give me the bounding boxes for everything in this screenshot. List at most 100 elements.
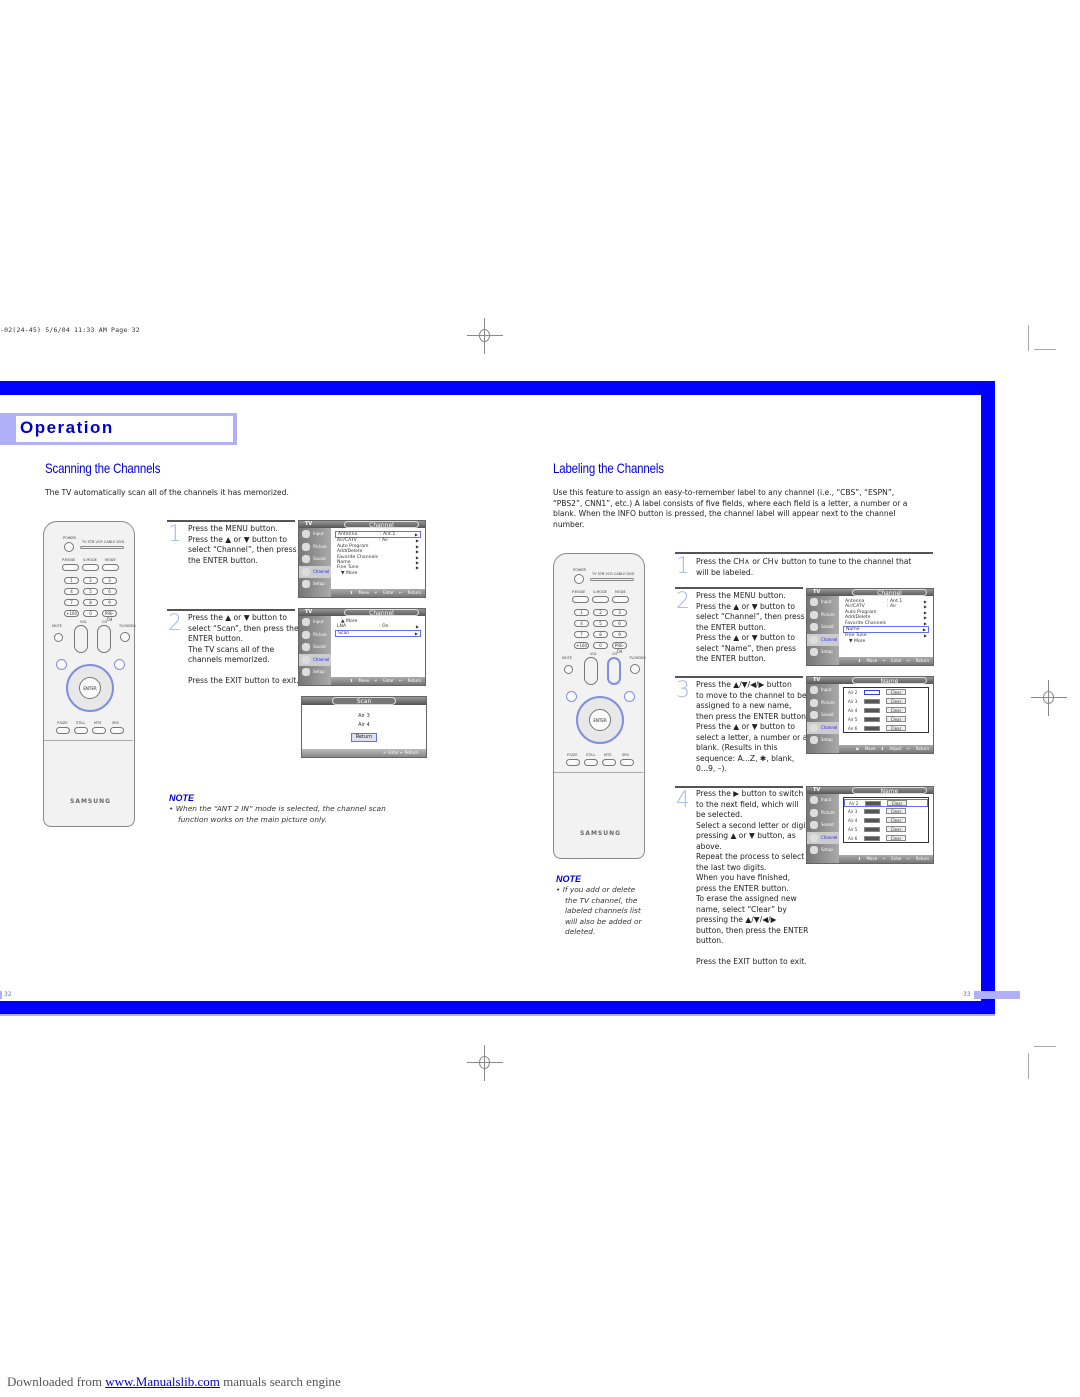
osd-channel-menu: TV Channel Input Picture Sound Channel Setup … <box>298 520 426 598</box>
step-text: Press the MENU button. Press the ▲ or ▼ b… <box>188 524 297 565</box>
remote-key: 6 <box>102 588 117 595</box>
power-button-icon <box>64 542 74 552</box>
print-slug: -02(24-45) 5/6/04 11:33 AM Page 32 <box>0 326 140 334</box>
remote-label: STILL <box>586 753 596 757</box>
remote-label: CH <box>612 652 618 656</box>
remote-key: 6 <box>612 620 627 627</box>
remote-label: MODE <box>615 590 626 594</box>
remote-label: TV STB VCR CABLE DVD <box>82 540 125 544</box>
remote-key: 2 <box>83 577 98 584</box>
crop-mark <box>1034 349 1056 350</box>
right-heading: Labeling the Channels <box>553 460 664 476</box>
remote-key: 1 <box>64 577 79 584</box>
remote-key: +100 <box>64 610 79 617</box>
remote-label: P.MODE <box>572 590 586 594</box>
power-button-icon <box>574 574 584 584</box>
page-frame-bottom <box>0 1001 995 1014</box>
step-rule <box>675 786 803 788</box>
remote-key: PRE-CH <box>102 610 117 622</box>
remote-label: MTS <box>94 721 102 725</box>
remote-key: 7 <box>574 631 589 638</box>
remote-control-image: POWER TV STB VCR CABLE DVD P.MODE S.MODE… <box>553 553 646 859</box>
step-number: 2 <box>168 611 182 636</box>
step-number: 4 <box>676 788 690 813</box>
left-heading: Scanning the Channels <box>45 460 161 476</box>
section-title: Operation <box>20 418 114 437</box>
section-tab: Operation <box>0 413 237 445</box>
remote-label: P.MODE <box>62 558 76 562</box>
remote-key: 3 <box>612 609 627 616</box>
step-number: 1 <box>676 554 690 579</box>
remote-key: +100 <box>574 642 589 649</box>
page-frame-right <box>981 381 995 1015</box>
step-rule <box>167 520 295 522</box>
remote-label: SRS <box>112 721 119 725</box>
remote-key: 8 <box>593 631 608 638</box>
remote-label: S.MODE <box>83 558 98 562</box>
step-text: Press the CH∧ or CH∨ button to tune to t… <box>696 557 912 577</box>
registration-mark-icon <box>1031 680 1067 716</box>
remote-label: MUTE <box>52 624 62 628</box>
step-number: 3 <box>676 678 690 703</box>
page-number: 32 <box>4 991 12 998</box>
page-frame-bottom-shade <box>0 1014 995 1016</box>
step-number: 2 <box>676 589 690 614</box>
right-intro: Use this feature to assign an easy-to-re… <box>553 488 908 529</box>
crop-mark <box>1028 325 1029 351</box>
osd-channel-menu-scan: TV Channel Input Picture Sound Channel Setup … <box>298 608 426 686</box>
remote-label: P.SIZE <box>567 753 578 757</box>
remote-label: POWER <box>63 536 76 540</box>
step-rule <box>675 552 933 554</box>
remote-key: PRE-CH <box>612 642 627 654</box>
enter-button-icon: ENTER <box>79 677 101 699</box>
note-text: • If you add or delete the TV channel, t… <box>556 885 642 936</box>
remote-key: 1 <box>574 609 589 616</box>
remote-key: 9 <box>612 631 627 638</box>
step-text: Press the ▶ button to switch to the next … <box>696 789 809 966</box>
remote-label: TV/VIDEO <box>629 656 646 660</box>
mute-icon <box>54 633 63 642</box>
osd-name-menu-entered: TV Name Input Picture Sound Channel Setup Air… <box>806 786 934 864</box>
left-intro: The TV automatically scan all of the cha… <box>45 488 289 497</box>
remote-key: 0 <box>593 642 608 649</box>
note-title: NOTE <box>556 874 582 884</box>
registration-mark-icon <box>467 1045 503 1081</box>
osd-channel-menu: TV Channel Input Picture Sound Channel Setup … <box>806 588 934 666</box>
remote-label: MODE <box>105 558 116 562</box>
remote-label: TV STB VCR CABLE DVD <box>592 572 635 576</box>
step-rule <box>675 676 803 678</box>
remote-control-image: POWER TV STB VCR CABLE DVD P.MODE S.MODE… <box>43 521 136 827</box>
remote-key: 5 <box>83 588 98 595</box>
remote-key: 3 <box>102 577 117 584</box>
step-text: Press the ▲/▼/◀/▶ button to move to the c… <box>696 680 809 773</box>
remote-key: 9 <box>102 599 117 606</box>
note-title: NOTE <box>169 793 195 803</box>
osd-name-menu: TV Name Input Picture Sound Channel Setup Air… <box>806 676 934 754</box>
download-footer: Downloaded from www.Manualslib.com manua… <box>7 1374 341 1389</box>
registration-mark-icon <box>467 318 503 354</box>
remote-label: MUTE <box>562 656 572 660</box>
step-rule <box>675 587 803 589</box>
remote-label: SRS <box>622 753 629 757</box>
note-text: • When the “ANT 2 IN” mode is selected, … <box>169 804 386 824</box>
mute-icon <box>564 665 573 674</box>
remote-key: 7 <box>64 599 79 606</box>
remote-label: VOL <box>590 652 598 656</box>
step-rule <box>167 609 295 611</box>
remote-key: 4 <box>64 588 79 595</box>
manualslib-link[interactable]: www.Manualslib.com <box>105 1374 220 1389</box>
crop-mark <box>1034 1046 1056 1047</box>
remote-key: 2 <box>593 609 608 616</box>
step-text: Press the MENU button. Press the ▲ or ▼ b… <box>696 591 805 663</box>
remote-key: 8 <box>83 599 98 606</box>
return-button: Return <box>351 733 377 742</box>
crop-mark <box>1028 1053 1029 1079</box>
enter-button-icon: ENTER <box>589 709 611 731</box>
samsung-logo: SAMSUNG <box>70 798 112 805</box>
ch-buttons-highlight <box>607 657 621 685</box>
remote-label: CH <box>102 620 108 624</box>
remote-label: STILL <box>76 721 86 725</box>
remote-label: MTS <box>604 753 612 757</box>
remote-label: S.MODE <box>593 590 608 594</box>
step-text: Press the ▲ or ▼ button to select “Scan”,… <box>188 613 299 685</box>
